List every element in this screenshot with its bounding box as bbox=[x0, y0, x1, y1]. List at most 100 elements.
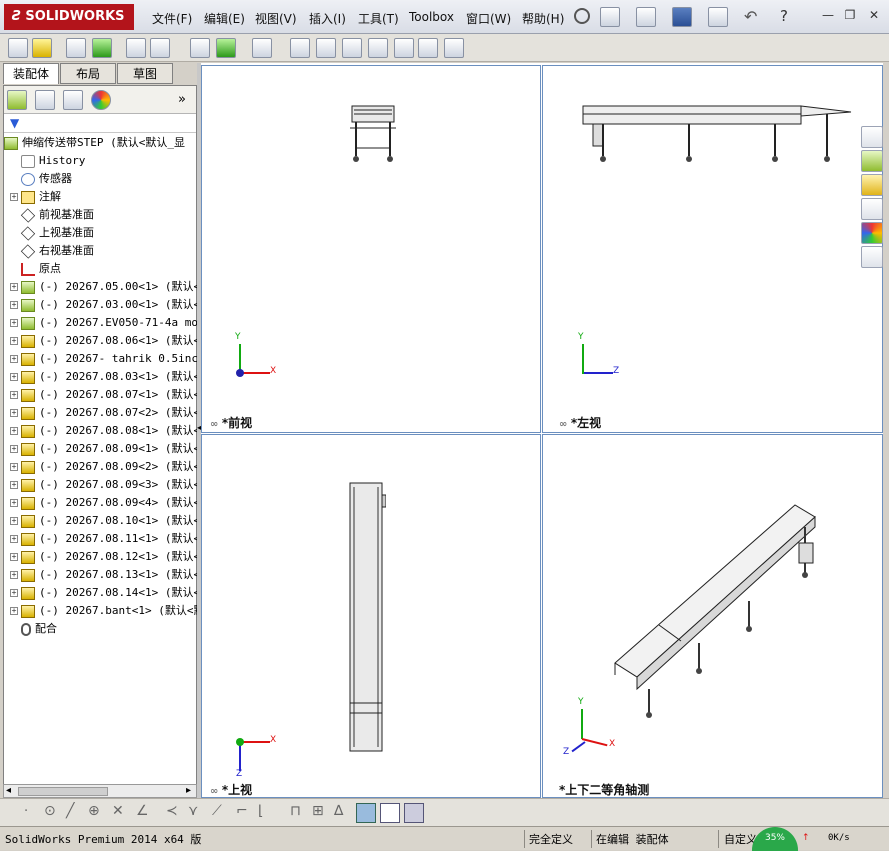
menu-insert[interactable]: 插入(I) bbox=[309, 10, 346, 27]
expand-toggle-icon[interactable]: + bbox=[10, 391, 18, 399]
configuration-manager-tab-icon[interactable] bbox=[63, 90, 83, 110]
expand-toggle-icon[interactable]: + bbox=[10, 373, 18, 381]
expand-toggle-icon[interactable]: + bbox=[10, 571, 18, 579]
mirror-icon[interactable]: ⋎ bbox=[188, 803, 198, 819]
expand-toggle-icon[interactable]: + bbox=[10, 301, 18, 309]
filter-funnel-icon[interactable]: ▼ bbox=[10, 116, 19, 130]
tree-item[interactable]: + (-) 20267.08.09<4> (默认<< bbox=[10, 494, 202, 512]
print-icon[interactable] bbox=[708, 7, 728, 27]
tab-assembly[interactable]: 装配体 bbox=[3, 63, 59, 84]
expand-toggle-icon[interactable]: + bbox=[10, 553, 18, 561]
tile-windows-icon[interactable] bbox=[404, 803, 424, 823]
expand-toggle-icon[interactable]: + bbox=[10, 355, 18, 363]
solidworks-resources-icon[interactable] bbox=[861, 126, 883, 148]
tree-item[interactable]: + (-) 20267.08.09<1> (默认<< bbox=[10, 440, 202, 458]
expand-toggle-icon[interactable]: + bbox=[10, 463, 18, 471]
move-component-icon[interactable] bbox=[150, 38, 170, 58]
tree-item[interactable]: 传感器 bbox=[10, 170, 202, 188]
new-document-icon[interactable] bbox=[600, 7, 620, 27]
linear-pattern-icon[interactable] bbox=[92, 38, 112, 58]
menu-window[interactable]: 窗口(W) bbox=[466, 10, 511, 27]
extend-icon[interactable]: ∠ bbox=[136, 803, 149, 819]
property-manager-tab-icon[interactable] bbox=[35, 90, 55, 110]
scroll-right-icon[interactable]: ▸ bbox=[186, 785, 191, 796]
tree-item[interactable]: 右视基准面 bbox=[10, 242, 202, 260]
view-palette-icon[interactable] bbox=[861, 198, 883, 220]
fillet-icon[interactable]: ⟋ bbox=[212, 803, 222, 819]
tree-item[interactable]: + (-) 20267.05.00<1> (默认<默 bbox=[10, 278, 202, 296]
expand-toggle-icon[interactable]: + bbox=[10, 337, 18, 345]
window-split-icon[interactable] bbox=[380, 803, 400, 823]
dimension-icon[interactable]: ⊓ bbox=[290, 803, 301, 819]
viewport-front[interactable]: X Y ∞ *前视 bbox=[201, 65, 541, 433]
tree-item[interactable]: 前视基准面 bbox=[10, 206, 202, 224]
close-button[interactable]: ✕ bbox=[866, 8, 882, 22]
appearances-icon[interactable] bbox=[861, 222, 883, 244]
scroll-thumb[interactable] bbox=[18, 787, 108, 796]
restore-button[interactable]: ❐ bbox=[842, 8, 858, 22]
open-folder-icon[interactable] bbox=[636, 7, 656, 27]
clearance-verification-icon[interactable] bbox=[418, 38, 438, 58]
solidworks-logo[interactable]: Ƨ SOLIDWORKS bbox=[4, 4, 134, 30]
trim-icon[interactable]: ✕ bbox=[112, 803, 124, 819]
menu-help[interactable]: 帮助(H) bbox=[522, 10, 564, 27]
expand-toggle-icon[interactable]: + bbox=[10, 319, 18, 327]
tree-item[interactable]: 上视基准面 bbox=[10, 224, 202, 242]
feature-manager-tab-icon[interactable] bbox=[7, 90, 27, 110]
menu-toolbox[interactable]: Toolbox bbox=[409, 10, 454, 24]
scroll-left-icon[interactable]: ◂ bbox=[6, 785, 11, 796]
chamfer-icon[interactable]: ⌐ bbox=[236, 803, 248, 819]
tree-item[interactable]: + (-) 20267.08.13<1> (默认<< bbox=[10, 566, 202, 584]
network-gauge[interactable]: 35% bbox=[752, 827, 798, 851]
file-explorer-icon[interactable] bbox=[861, 174, 883, 196]
expand-toggle-icon[interactable]: + bbox=[10, 409, 18, 417]
expand-toggle-icon[interactable]: + bbox=[10, 481, 18, 489]
tree-item[interactable]: + (-) 20267.08.06<1> (默认<< bbox=[10, 332, 202, 350]
exploded-view-icon[interactable] bbox=[342, 38, 362, 58]
graphics-area[interactable]: ⌕ ⌕ ↺ ⊟ ◎ ◫ ◫ — ❐ ✕ X Y ∞ *前视 bbox=[201, 63, 883, 798]
polygon-icon[interactable]: ⊕ bbox=[88, 803, 100, 819]
point-icon[interactable]: · bbox=[24, 804, 28, 819]
rectangle-icon[interactable]: ⌊ bbox=[258, 803, 263, 819]
instant3d-icon[interactable] bbox=[444, 38, 464, 58]
menu-view[interactable]: 视图(V) bbox=[255, 10, 297, 27]
tree-item[interactable]: + 注解 bbox=[10, 188, 202, 206]
angle-icon[interactable]: ∆ bbox=[334, 803, 343, 819]
offset-icon[interactable]: ≺ bbox=[166, 803, 178, 819]
expand-chevron-icon[interactable]: » bbox=[178, 92, 186, 107]
reference-geometry-icon[interactable] bbox=[252, 38, 272, 58]
tree-item[interactable]: + (-) 20267.08.11<1> (默认<< bbox=[10, 530, 202, 548]
help-question-icon[interactable]: ? bbox=[780, 7, 788, 25]
assembly-features-icon[interactable] bbox=[216, 38, 236, 58]
tree-item[interactable]: 原点 bbox=[10, 260, 202, 278]
expand-toggle-icon[interactable]: + bbox=[10, 535, 18, 543]
tree-item[interactable]: + (-) 20267- tahrik 0.5inch bbox=[10, 350, 202, 368]
expand-toggle-icon[interactable]: + bbox=[10, 193, 18, 201]
tree-item[interactable]: + (-) 20267.08.03<1> (默认<< bbox=[10, 368, 202, 386]
undo-icon[interactable]: ↶ bbox=[744, 7, 757, 26]
save-icon[interactable] bbox=[672, 7, 692, 27]
viewport-top[interactable]: X Z ∞ *上视 bbox=[201, 434, 541, 798]
line-icon[interactable]: ╱ bbox=[66, 803, 74, 819]
tree-root[interactable]: 伸缩传送带STEP (默认<默认_显 bbox=[4, 134, 196, 152]
tree-item[interactable]: + (-) 20267.08.07<1> (默认<< bbox=[10, 386, 202, 404]
tree-item[interactable]: + (-) 20267.08.12<1> (默认<< bbox=[10, 548, 202, 566]
custom-properties-icon[interactable] bbox=[861, 246, 883, 268]
design-library-icon[interactable] bbox=[861, 150, 883, 172]
mate-icon[interactable] bbox=[66, 38, 86, 58]
tree-item[interactable]: + (-) 20267.08.08<1> (默认<< bbox=[10, 422, 202, 440]
grid-icon[interactable]: ⊞ bbox=[312, 803, 324, 819]
menu-edit[interactable]: 编辑(E) bbox=[204, 10, 245, 27]
expand-toggle-icon[interactable]: + bbox=[10, 283, 18, 291]
menu-file[interactable]: 文件(F) bbox=[152, 10, 192, 27]
show-hidden-icon[interactable] bbox=[190, 38, 210, 58]
circle-icon[interactable]: ⊙ bbox=[44, 803, 56, 819]
display-manager-tab-icon[interactable] bbox=[91, 90, 111, 110]
tree-item[interactable]: + (-) 20267.EV050-71-4a mon bbox=[10, 314, 202, 332]
expand-toggle-icon[interactable]: + bbox=[10, 427, 18, 435]
shaded-cube-icon[interactable] bbox=[356, 803, 376, 823]
tree-item[interactable]: 配合 bbox=[10, 620, 202, 638]
interference-detection-icon[interactable] bbox=[394, 38, 414, 58]
tab-sketch[interactable]: 草图 bbox=[117, 63, 173, 84]
smart-fasteners-icon[interactable] bbox=[126, 38, 146, 58]
